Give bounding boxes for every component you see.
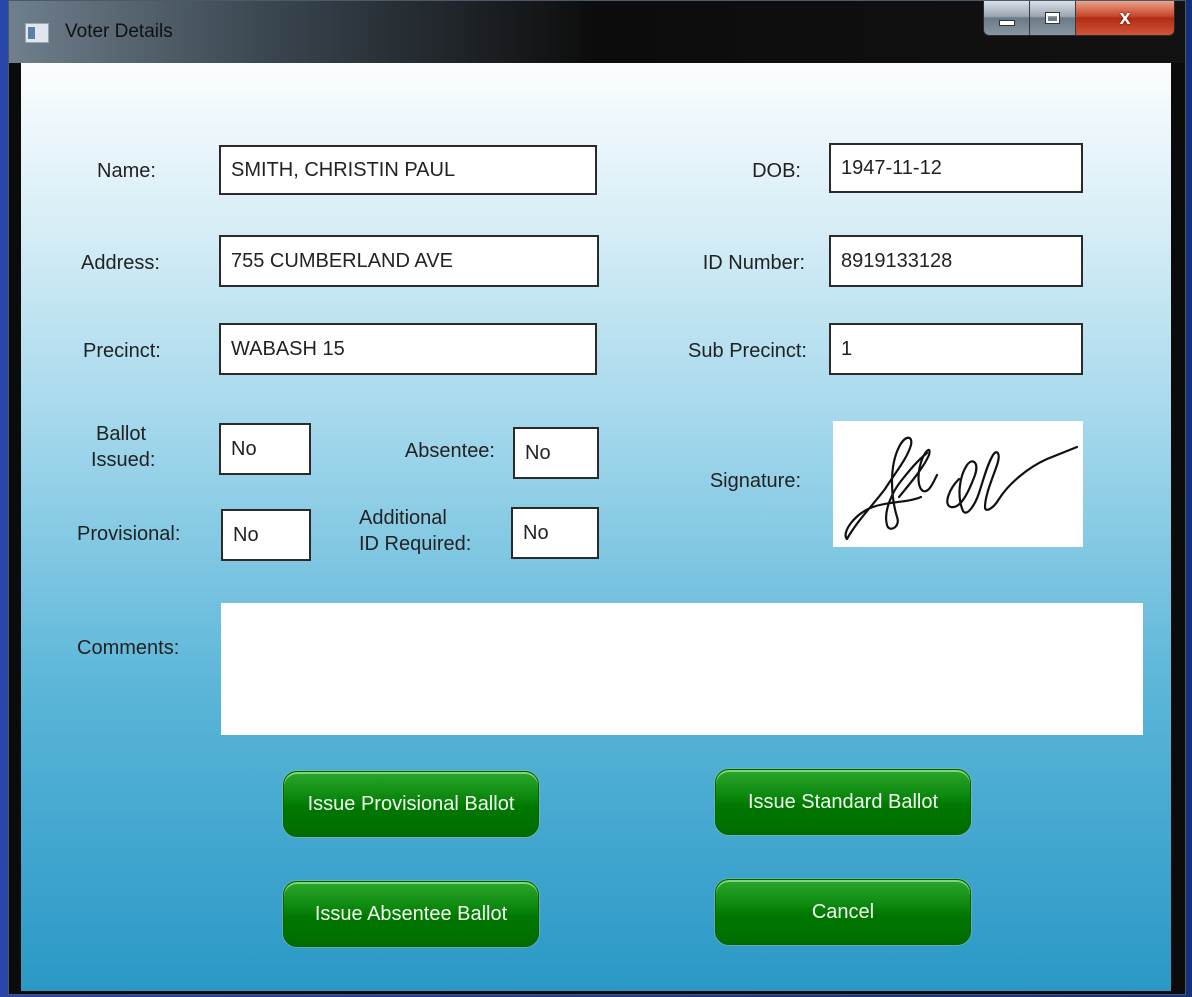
caption-buttons: x (983, 1, 1175, 36)
form-panel: Name: Address: Precinct: SMITH, CHRISTIN… (21, 63, 1171, 991)
name-field[interactable]: SMITH, CHRISTIN PAUL (219, 145, 597, 195)
name-label: Name: (97, 160, 156, 182)
sub-precinct-field[interactable]: 1 (829, 323, 1083, 375)
ballot-issued-label-line2: Issued: (91, 449, 156, 471)
id-number-label: ID Number: (702, 252, 805, 274)
precinct-label: Precinct: (83, 340, 161, 362)
close-button[interactable]: x (1076, 1, 1174, 35)
absentee-field[interactable]: No (513, 427, 599, 479)
comments-label: Comments: (77, 637, 180, 659)
address-field[interactable]: 755 CUMBERLAND AVE (219, 235, 599, 287)
maximize-icon (1045, 12, 1060, 24)
id-number-field[interactable]: 8919133128 (829, 235, 1083, 287)
issue-provisional-ballot-button[interactable]: Issue Provisional Ballot (283, 771, 539, 837)
cancel-button[interactable]: Cancel (715, 879, 971, 945)
window-title: Voter Details (65, 21, 173, 42)
comments-field[interactable] (221, 603, 1143, 735)
title-bar[interactable]: Voter Details x (9, 1, 1185, 63)
minimize-icon (998, 20, 1015, 26)
maximize-button[interactable] (1030, 1, 1076, 35)
minimize-button[interactable] (984, 1, 1030, 35)
voter-details-window: Voter Details x Name: Address: Precinct:… (8, 0, 1186, 995)
additional-id-label: Additional ID Required: (359, 505, 471, 557)
precinct-field[interactable]: WABASH 15 (219, 323, 597, 375)
dob-field[interactable]: 1947-11-12 (829, 143, 1083, 193)
additional-id-field[interactable]: No (511, 507, 599, 559)
signature-image (833, 421, 1083, 547)
additional-id-label-line2: ID Required: (359, 533, 472, 555)
ballot-issued-label: Ballot Issued: (91, 421, 156, 473)
provisional-field[interactable]: No (221, 509, 311, 561)
additional-id-label-line1: Additional (359, 507, 447, 529)
issue-standard-ballot-button[interactable]: Issue Standard Ballot (715, 769, 971, 835)
address-label: Address: (81, 252, 160, 274)
signature-graphic (844, 436, 1079, 541)
ballot-issued-label-line1: Ballot (95, 423, 147, 445)
signature-label: Signature: (709, 470, 801, 492)
window-app-icon[interactable] (25, 23, 49, 43)
dob-label: DOB: (752, 160, 801, 182)
provisional-label: Provisional: (77, 523, 181, 545)
close-icon: x (1119, 6, 1131, 29)
ballot-issued-field[interactable]: No (219, 423, 311, 475)
absentee-label: Absentee: (404, 440, 495, 462)
sub-precinct-label: Sub Precinct: (688, 340, 807, 362)
issue-absentee-ballot-button[interactable]: Issue Absentee Ballot (283, 881, 539, 947)
